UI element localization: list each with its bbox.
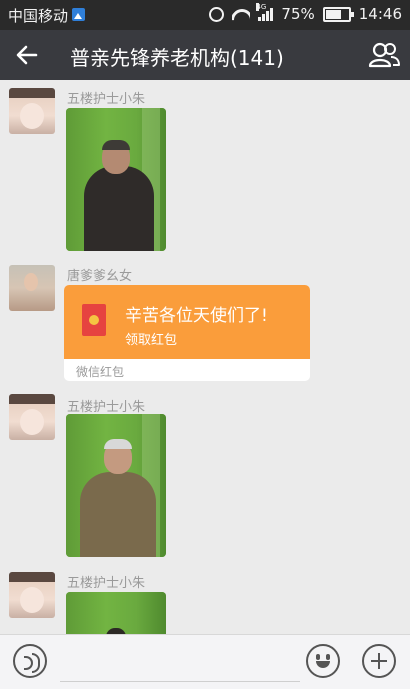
input-bar xyxy=(0,634,410,689)
battery-icon xyxy=(322,6,354,22)
sender-avatar[interactable] xyxy=(9,88,55,134)
sender-avatar[interactable] xyxy=(9,572,55,618)
battery-percent: 75% xyxy=(281,5,315,23)
image-message[interactable] xyxy=(66,592,166,634)
sender-name: 五楼护士小朱 xyxy=(67,400,146,415)
chat-header: 普亲先锋养老机构(141) xyxy=(0,30,410,80)
network-type: 4G xyxy=(256,3,267,11)
signal-icon: 4G xyxy=(256,3,274,21)
message-input[interactable] xyxy=(60,645,300,682)
back-button[interactable] xyxy=(14,42,40,68)
sender-name: 唐爹爹幺女 xyxy=(67,269,133,284)
group-members-button[interactable] xyxy=(368,40,400,70)
chat-title: 普亲先锋养老机构(141) xyxy=(70,46,284,70)
clock: 14:46 xyxy=(358,5,402,23)
red-packet-message[interactable]: 辛苦各位天使们了! 领取红包 微信红包 xyxy=(64,285,310,381)
alarm-icon xyxy=(209,6,225,22)
red-packet-greeting: 辛苦各位天使们了! xyxy=(125,306,268,326)
sender-name: 五楼护士小朱 xyxy=(67,576,146,591)
carrier-name: 中国移动 xyxy=(8,7,69,25)
red-packet-claim-label: 领取红包 xyxy=(125,333,178,348)
message-item: 五楼护士小朱 xyxy=(0,568,410,634)
message-list[interactable]: 五楼护士小朱 唐爹爹幺女 辛苦各位天使们了! 领取红包 微信红包 五楼护士小朱 xyxy=(0,80,410,634)
image-message[interactable] xyxy=(66,414,166,557)
message-item: 五楼护士小朱 xyxy=(0,388,410,568)
red-packet-footer: 微信红包 xyxy=(76,365,125,379)
plus-icon[interactable] xyxy=(362,644,396,678)
sender-avatar[interactable] xyxy=(9,265,55,311)
wifi-icon xyxy=(232,7,250,21)
back-arrow-icon xyxy=(16,45,38,65)
voice-icon[interactable] xyxy=(13,644,47,678)
group-members-icon xyxy=(368,42,400,68)
red-envelope-icon xyxy=(82,304,106,336)
sender-name: 五楼护士小朱 xyxy=(67,92,146,107)
gallery-notification-icon xyxy=(72,8,85,21)
emoji-icon[interactable] xyxy=(306,644,340,678)
image-message[interactable] xyxy=(66,108,166,251)
status-icons: 4G 75% 14:46 xyxy=(209,3,402,23)
status-bar: 中国移动 4G 75% 14:46 xyxy=(0,0,410,30)
message-item: 唐爹爹幺女 辛苦各位天使们了! 领取红包 微信红包 xyxy=(0,260,410,385)
sender-avatar[interactable] xyxy=(9,394,55,440)
message-item: 五楼护士小朱 xyxy=(0,80,410,260)
